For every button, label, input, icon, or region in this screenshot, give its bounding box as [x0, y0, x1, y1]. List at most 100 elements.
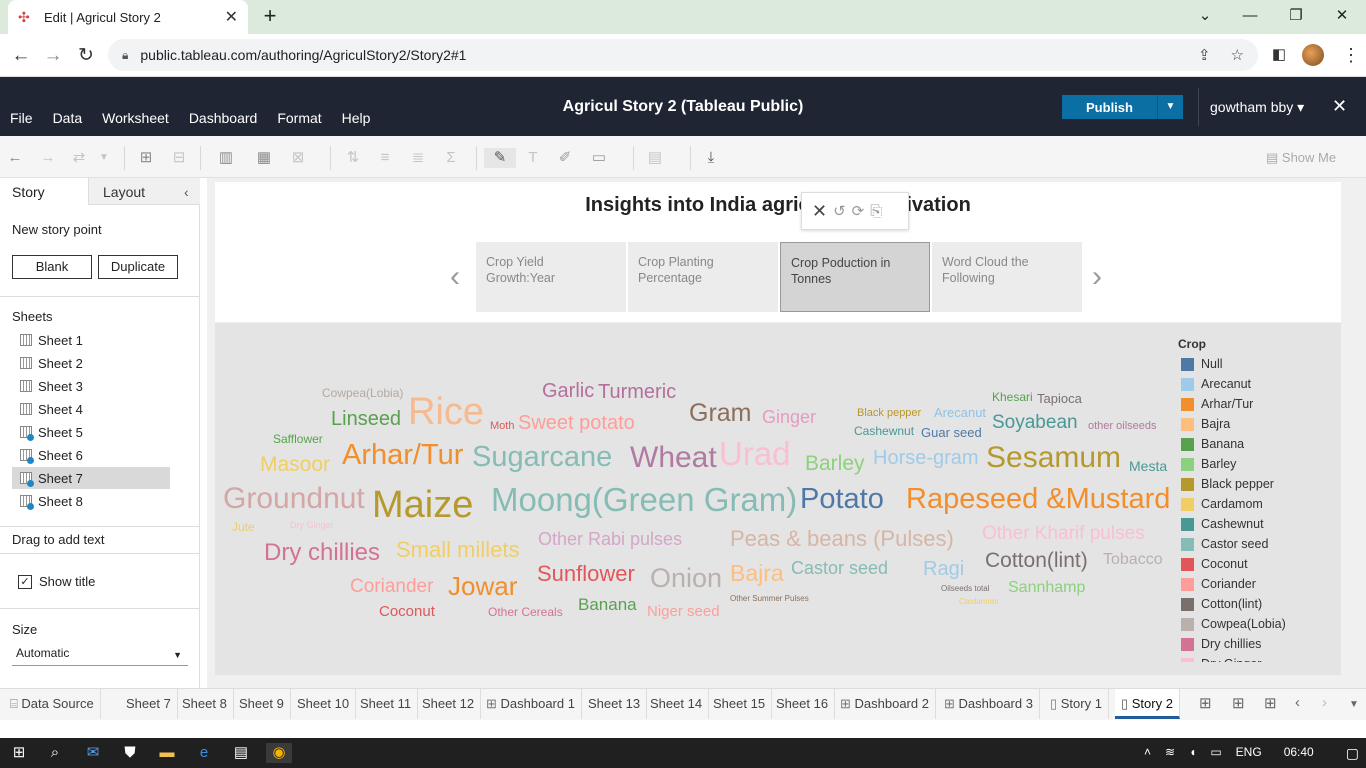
story-title[interactable]: Insights into India agriculture cultivat… — [215, 194, 1341, 217]
restore-button[interactable]: ❐ — [1276, 4, 1316, 28]
word-rice[interactable]: Rice — [408, 393, 484, 431]
legend-item[interactable]: Black pepper — [1181, 474, 1274, 494]
close-window-button[interactable]: ✕ — [1322, 4, 1362, 28]
tab-list-icon[interactable]: ▼ — [1349, 699, 1359, 710]
word-small-millets[interactable]: Small millets — [396, 539, 519, 561]
tab-search-icon[interactable]: ⌄ — [1185, 4, 1225, 28]
word-oilseeds-total[interactable]: Oilseeds total — [941, 585, 989, 593]
tab-sheet-11[interactable]: Sheet 11 — [354, 689, 419, 719]
new-worksheet-tab-icon[interactable]: ⊞ — [1199, 694, 1212, 712]
word-sunflower[interactable]: Sunflower — [537, 563, 635, 585]
browser-tab[interactable]: ✣ Edit | Agricul Story 2 ✕ — [8, 0, 248, 34]
replay-dropdown-icon[interactable]: ▼ — [93, 148, 115, 168]
sheet-item-8[interactable]: Sheet 8 — [12, 490, 170, 512]
tab-dashboard-3[interactable]: ⊞ Dashboard 3 — [938, 689, 1040, 719]
new-dashboard-tab-icon[interactable]: ⊞ — [1232, 694, 1245, 712]
word-tobacco[interactable]: Tobacco — [1103, 552, 1163, 568]
show-title-checkbox[interactable]: ✓ Show title — [18, 574, 95, 589]
word-coriander[interactable]: Coriander — [350, 577, 433, 596]
word-moong[interactable]: Moong(Green Gram) — [491, 483, 797, 516]
address-bar[interactable]: 🔒︎ public.tableau.com/authoring/AgriculS… — [108, 39, 1258, 71]
tab-sheet-16[interactable]: Sheet 16 — [770, 689, 836, 719]
legend-item[interactable]: Cotton(lint) — [1181, 594, 1262, 614]
show-me-button[interactable]: ▤ Show Me — [1266, 150, 1336, 166]
word-khesari[interactable]: Khesari — [992, 391, 1033, 403]
file-explorer-icon[interactable]: ▬ — [156, 743, 178, 763]
word-other-kharif-pulses[interactable]: Other Kharif pulses — [982, 524, 1145, 543]
download-icon[interactable]: ⤓ — [700, 148, 722, 168]
word-sweet-potato[interactable]: Sweet potato — [518, 413, 635, 433]
story-point-4[interactable]: Word Cloud the Following — [932, 242, 1082, 312]
close-authoring-icon[interactable]: ✕ — [1332, 96, 1347, 117]
close-tab-icon[interactable]: ✕ — [225, 7, 238, 27]
fit-icon[interactable]: ▭ — [588, 148, 610, 168]
tab-dashboard-1[interactable]: ⊞ Dashboard 1 — [480, 689, 582, 719]
replay-icon[interactable]: ⇄ — [68, 148, 90, 168]
redo-icon[interactable]: → — [37, 148, 59, 168]
word-mesta[interactable]: Mesta — [1129, 459, 1167, 473]
story-point-3[interactable]: Crop Poduction in Tonnes — [780, 242, 930, 312]
tab-story-1[interactable]: ▯ Story 1 — [1044, 689, 1109, 719]
word-guar-seed[interactable]: Guar seed — [921, 426, 982, 439]
windows-start-icon[interactable]: ⊞ — [8, 743, 30, 763]
forward-button[interactable]: → — [42, 45, 64, 67]
word-castor-seed[interactable]: Castor seed — [791, 559, 888, 577]
legend-item[interactable]: Bajra — [1181, 414, 1230, 434]
volume-icon[interactable]: ◖ — [1189, 745, 1196, 762]
undo-icon[interactable]: ← — [4, 148, 26, 168]
new-story-tab-icon[interactable]: ⊞ — [1264, 694, 1277, 712]
browser-menu-icon[interactable]: ⋮ — [1342, 44, 1360, 66]
word-other-oilseeds[interactable]: other oilseeds — [1088, 421, 1157, 432]
previous-story-point-icon[interactable]: ‹ — [450, 260, 460, 294]
new-tab-button[interactable]: + — [258, 4, 282, 28]
tab-dashboard-2[interactable]: ⊞ Dashboard 2 — [834, 689, 936, 719]
word-cashewnut[interactable]: Cashewnut — [854, 425, 914, 437]
close-icon[interactable]: ✕ — [812, 201, 827, 222]
legend-item[interactable]: Cashewnut — [1181, 514, 1264, 534]
legend-item[interactable]: Coconut — [1181, 554, 1248, 574]
tab-sheet-13[interactable]: Sheet 13 — [582, 689, 648, 719]
collapse-pane-icon[interactable]: ‹ — [184, 184, 189, 200]
word-other-cereals[interactable]: Other Cereals — [488, 606, 563, 618]
reload-button[interactable]: ↻ — [75, 45, 97, 67]
tab-sheet-8[interactable]: Sheet 8 — [176, 689, 234, 719]
format-icon[interactable]: ✐ — [554, 148, 576, 168]
word-moth[interactable]: Moth — [490, 421, 514, 432]
profile-avatar[interactable] — [1302, 44, 1324, 66]
search-icon[interactable]: ⌕ — [44, 743, 66, 763]
word-peas-beans[interactable]: Peas & beans (Pulses) — [730, 528, 954, 550]
swap-icon[interactable]: ⇅ — [342, 148, 364, 168]
language-indicator[interactable]: ENG — [1236, 745, 1262, 762]
next-story-point-icon[interactable]: › — [1092, 260, 1102, 294]
chrome-icon[interactable]: ◉ — [266, 743, 292, 763]
word-cowpea[interactable]: Cowpea(Lobia) — [322, 387, 403, 399]
legend-item[interactable]: Dry Ginger — [1181, 654, 1261, 662]
publish-button[interactable]: Publish ▼ — [1062, 95, 1183, 119]
word-niger-seed[interactable]: Niger seed — [647, 604, 720, 619]
word-turmeric[interactable]: Turmeric — [598, 382, 676, 402]
chevron-up-icon[interactable]: ˄ — [1144, 745, 1151, 762]
word-arecanut[interactable]: Arecanut — [934, 406, 986, 419]
store-icon[interactable]: ⛊ — [119, 743, 141, 763]
tab-story[interactable]: Story — [0, 178, 88, 205]
word-safflower[interactable]: Safflower — [273, 433, 323, 445]
word-maize[interactable]: Maize — [372, 486, 473, 524]
word-rapeseed-mustard[interactable]: Rapeseed &Mustard — [906, 485, 1170, 514]
sort-ascending-icon[interactable]: ≡ — [374, 148, 396, 168]
duplicate-sheet-icon[interactable]: ▦ — [253, 148, 275, 168]
word-ginger[interactable]: Ginger — [762, 408, 816, 426]
drag-to-add-text[interactable]: Drag to add text — [12, 532, 105, 547]
word-garlic[interactable]: Garlic — [542, 381, 594, 401]
legend-item[interactable]: Castor seed — [1181, 534, 1268, 554]
word-sugarcane[interactable]: Sugarcane — [472, 443, 612, 472]
word-bajra[interactable]: Bajra — [730, 562, 784, 585]
legend-item[interactable]: Cardamom — [1181, 494, 1263, 514]
save-as-new-icon[interactable]: ⎘ — [870, 203, 882, 220]
sort-descending-icon[interactable]: ≣ — [407, 148, 429, 168]
user-menu[interactable]: gowtham bby ▾ — [1210, 99, 1304, 116]
new-data-source-icon[interactable]: ⊞ — [135, 148, 157, 168]
word-sesamum[interactable]: Sesamum — [986, 443, 1121, 473]
sheet-item-5[interactable]: Sheet 5 — [12, 421, 170, 443]
legend-item[interactable]: Arecanut — [1181, 374, 1251, 394]
highlight-icon[interactable]: ✎ — [484, 148, 516, 168]
